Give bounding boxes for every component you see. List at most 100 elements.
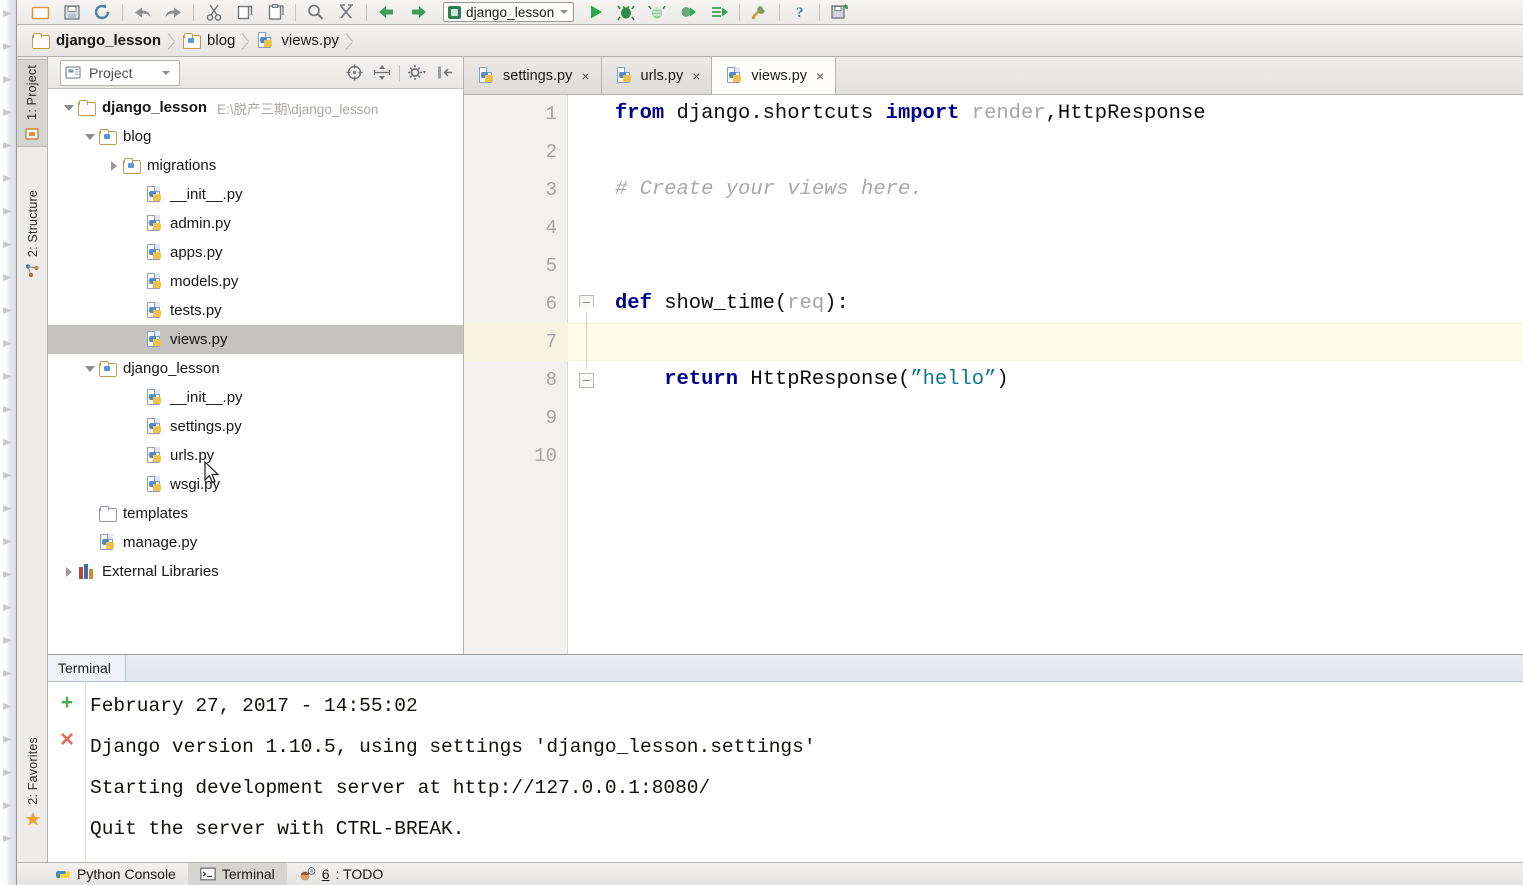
line-number: 7: [545, 331, 557, 353]
terminal-body: + × February 27, 2017 - 14:55:02 Django v…: [48, 682, 1523, 862]
close-session-icon[interactable]: ×: [57, 728, 77, 752]
editor-tab[interactable]: settings.py ×: [464, 57, 602, 94]
chevron-down-icon[interactable]: [81, 354, 98, 383]
python-file-icon: [145, 243, 164, 262]
code-folding-gutter[interactable]: [568, 95, 601, 654]
terminal-rail: + ×: [48, 682, 86, 862]
open-icon[interactable]: [25, 1, 56, 24]
chevron-down-icon[interactable]: [60, 93, 77, 122]
tree-row[interactable]: manage.py: [48, 528, 463, 557]
help-icon[interactable]: ?: [784, 1, 815, 24]
terminal-icon: [199, 867, 216, 881]
back-icon[interactable]: [371, 1, 402, 24]
tree-row[interactable]: tests.py: [48, 296, 463, 325]
tree-row[interactable]: apps.py: [48, 238, 463, 267]
chevron-down-icon[interactable]: [81, 122, 98, 151]
fold-end-icon[interactable]: [579, 373, 594, 388]
copy-icon[interactable]: [229, 1, 260, 24]
tree-row[interactable]: __init__.py: [48, 180, 463, 209]
tree-row[interactable]: wsgi.py: [48, 470, 463, 499]
sidebar-item-project[interactable]: 1: Project: [17, 59, 48, 147]
tree-row[interactable]: settings.py: [48, 412, 463, 441]
tree-row[interactable]: External Libraries: [48, 557, 463, 586]
run-coverage-icon[interactable]: [642, 1, 673, 24]
editor-tab-label: settings.py: [503, 67, 573, 84]
python-file-icon: [145, 475, 164, 494]
editor-tab[interactable]: urls.py ×: [601, 57, 713, 94]
project-view-selector[interactable]: Project: [60, 59, 180, 86]
tree-row[interactable]: admin.py: [48, 209, 463, 238]
collapse-all-icon[interactable]: [368, 60, 396, 86]
status-python-console[interactable]: Python Console: [43, 863, 188, 885]
profile-icon[interactable]: [673, 1, 704, 24]
breadcrumb-item[interactable]: views.py: [256, 25, 345, 57]
locate-target-icon[interactable]: [340, 60, 368, 86]
close-icon[interactable]: ×: [581, 69, 589, 83]
pycharm-window: django_lesson ? django_lesson blog views…: [0, 0, 1523, 885]
gear-icon[interactable]: [403, 60, 431, 86]
sidebar-item-structure[interactable]: 2: Structure: [17, 185, 48, 283]
breadcrumb: django_lesson blog views.py: [17, 25, 1523, 57]
undo-icon[interactable]: [127, 1, 158, 24]
code-text-area[interactable]: from django.shortcuts import render,Http…: [601, 95, 1523, 654]
terminal-output[interactable]: February 27, 2017 - 14:55:02 Django versi…: [86, 682, 1523, 862]
cut-icon[interactable]: [198, 1, 229, 24]
breadcrumb-label: views.py: [281, 32, 339, 49]
breadcrumb-item[interactable]: blog: [182, 25, 241, 57]
tree-row[interactable]: django_lesson E:\脱产三期\django_lesson: [48, 93, 463, 122]
run-icon[interactable]: [580, 1, 611, 24]
tree-row[interactable]: migrations: [48, 151, 463, 180]
tree-row[interactable]: templates: [48, 499, 463, 528]
tree-row-label: tests.py: [170, 302, 222, 319]
status-terminal[interactable]: Terminal: [187, 862, 287, 885]
status-todo[interactable]: 6 : TODO: [287, 863, 396, 885]
sync-icon[interactable]: [87, 1, 118, 24]
tree-row[interactable]: django_lesson: [48, 354, 463, 383]
tree-row[interactable]: urls.py: [48, 441, 463, 470]
tree-row-label: models.py: [170, 273, 239, 290]
tree-row[interactable]: models.py: [48, 267, 463, 296]
editor-area: settings.py × urls.py × views.py × 1234567891…: [464, 57, 1523, 654]
tree-row-label: wsgi.py: [170, 476, 221, 493]
chevron-right-icon[interactable]: [60, 557, 77, 586]
redo-icon[interactable]: [158, 1, 189, 24]
terminal-tab-label: Terminal: [58, 660, 111, 676]
tree-row[interactable]: views.py: [48, 325, 463, 354]
sidebar-item-favorites[interactable]: 2: Favorites: [17, 732, 48, 832]
fold-collapse-icon[interactable]: [579, 295, 594, 314]
terminal-tab[interactable]: Terminal: [48, 655, 126, 681]
close-icon[interactable]: ×: [816, 69, 824, 83]
attach-icon[interactable]: [704, 1, 735, 24]
code-line: def show_time(req):: [615, 292, 849, 315]
save-all-icon[interactable]: [56, 1, 87, 24]
replace-icon[interactable]: [331, 1, 362, 24]
breadcrumb-item[interactable]: django_lesson: [31, 25, 167, 57]
python-file-icon: [145, 417, 164, 436]
editor-tab[interactable]: views.py ×: [712, 57, 837, 94]
new-session-icon[interactable]: +: [57, 692, 77, 713]
code-line: return HttpResponse(”hello”): [664, 368, 1009, 391]
tree-row[interactable]: __init__.py: [48, 383, 463, 412]
close-icon[interactable]: ×: [692, 69, 700, 83]
save-snapshot-icon[interactable]: [824, 1, 855, 24]
line-number: 6: [545, 293, 557, 315]
project-tree[interactable]: django_lesson E:\脱产三期\django_lesson blog mi…: [48, 89, 463, 653]
tree-row[interactable]: blog: [48, 122, 463, 151]
forward-icon[interactable]: [402, 1, 433, 24]
project-panel-tools: [340, 60, 463, 86]
debug-icon[interactable]: [611, 1, 642, 24]
toolbar-separator: [779, 3, 781, 21]
chevron-right-icon[interactable]: [105, 151, 122, 180]
sidebar-item-favorites-label: 2: Favorites: [25, 737, 40, 805]
code-editor[interactable]: 1 2 3 4 5 6 7 8 9 10 from django.shortcuts import…: [464, 95, 1523, 654]
settings-wrench-icon[interactable]: [744, 1, 775, 24]
code-line: from django.shortcuts import render,Http…: [615, 102, 1206, 125]
paste-icon[interactable]: [260, 1, 291, 24]
run-configuration-selector[interactable]: django_lesson: [443, 2, 575, 22]
find-icon[interactable]: [300, 1, 331, 24]
hide-panel-icon[interactable]: [431, 60, 459, 86]
